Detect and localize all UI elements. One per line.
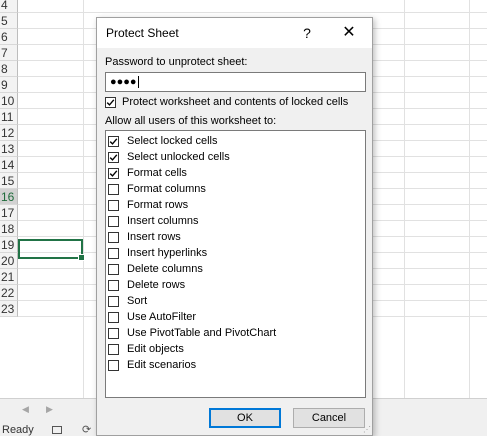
dialog-title: Protect Sheet: [106, 26, 179, 40]
checkbox-unchecked-icon[interactable]: [108, 263, 119, 275]
text-caret: [137, 76, 139, 89]
row-header[interactable]: 18: [0, 221, 18, 237]
permission-label: Format columns: [127, 183, 206, 195]
protect-contents-checkbox[interactable]: [105, 96, 116, 108]
checkbox-unchecked-icon[interactable]: [108, 343, 119, 355]
checkbox-unchecked-icon[interactable]: [108, 311, 119, 323]
row-header[interactable]: 23: [0, 301, 18, 317]
checkbox-unchecked-icon[interactable]: [108, 215, 119, 227]
column-gridline: [469, 0, 470, 398]
permission-item[interactable]: Format cells: [108, 165, 187, 181]
row-header[interactable]: 13: [0, 141, 18, 157]
allow-users-label: Allow all users of this worksheet to:: [105, 115, 277, 127]
checkbox-unchecked-icon[interactable]: [108, 279, 119, 291]
ok-button[interactable]: OK: [209, 408, 281, 428]
permission-label: Select unlocked cells: [127, 151, 230, 163]
permission-label: Insert hyperlinks: [127, 247, 208, 259]
row-header[interactable]: 14: [0, 157, 18, 173]
row-header[interactable]: 15: [0, 173, 18, 189]
permission-label: Insert rows: [127, 231, 181, 243]
permission-label: Use PivotTable and PivotChart: [127, 327, 277, 339]
permission-item[interactable]: Delete columns: [108, 261, 203, 277]
checkbox-unchecked-icon[interactable]: [108, 327, 119, 339]
checkbox-checked-icon[interactable]: [108, 135, 119, 147]
permission-item[interactable]: Use PivotTable and PivotChart: [108, 325, 276, 341]
permission-label: Edit objects: [127, 343, 184, 355]
checkbox-unchecked-icon[interactable]: [108, 359, 119, 371]
password-value: ●●●●: [110, 76, 137, 88]
protect-contents-label: Protect worksheet and contents of locked…: [122, 96, 349, 108]
protect-sheet-dialog: Protect Sheet ? ✕ Password to unprotect …: [96, 17, 373, 436]
scroll-right-icon[interactable]: ▶: [46, 404, 53, 415]
row-header[interactable]: 9: [0, 77, 18, 93]
password-input[interactable]: ●●●●: [105, 72, 366, 92]
password-label: Password to unprotect sheet:: [105, 56, 248, 68]
permission-item[interactable]: Sort: [108, 293, 147, 309]
row-header[interactable]: 16: [0, 189, 18, 205]
row-header[interactable]: 21: [0, 269, 18, 285]
permission-item[interactable]: Delete rows: [108, 277, 185, 293]
permission-item[interactable]: Edit objects: [108, 341, 184, 357]
row-header[interactable]: 12: [0, 125, 18, 141]
resize-grip-icon[interactable]: ⋰: [363, 425, 371, 434]
row-header[interactable]: 11: [0, 109, 18, 125]
protect-contents-checkbox-row[interactable]: Protect worksheet and contents of locked…: [105, 96, 348, 110]
permission-item[interactable]: Use AutoFilter: [108, 309, 196, 325]
row-header[interactable]: 6: [0, 29, 18, 45]
checkbox-checked-icon[interactable]: [108, 167, 119, 179]
permission-label: Format rows: [127, 199, 189, 211]
permission-item[interactable]: Insert hyperlinks: [108, 245, 207, 261]
checkbox-unchecked-icon[interactable]: [108, 199, 119, 211]
permission-item[interactable]: Select unlocked cells: [108, 149, 230, 165]
checkbox-unchecked-icon[interactable]: [108, 183, 119, 195]
column-gridline: [83, 0, 84, 398]
row-header[interactable]: 17: [0, 205, 18, 221]
row-header[interactable]: 4: [0, 0, 18, 13]
column-gridline: [404, 0, 405, 398]
permissions-list[interactable]: Select locked cells Select unlocked cells…: [105, 130, 366, 398]
row-header[interactable]: 7: [0, 45, 18, 61]
row-header[interactable]: 22: [0, 285, 18, 301]
cancel-button[interactable]: Cancel: [293, 408, 365, 428]
permission-label: Delete columns: [127, 263, 203, 275]
accessibility-icon: ⟳: [82, 424, 92, 436]
checkbox-checked-icon[interactable]: [108, 151, 119, 163]
row-header[interactable]: 19: [0, 237, 18, 253]
scroll-left-icon[interactable]: ◀: [22, 404, 29, 415]
active-cell[interactable]: [18, 239, 85, 261]
close-icon[interactable]: ✕: [335, 22, 363, 44]
permission-label: Insert columns: [127, 215, 199, 227]
row-header[interactable]: 5: [0, 13, 18, 29]
permission-label: Sort: [127, 295, 148, 307]
help-icon[interactable]: ?: [297, 22, 317, 44]
permission-label: Format cells: [127, 167, 187, 179]
permission-label: Delete rows: [127, 279, 186, 291]
permission-item[interactable]: Format columns: [108, 181, 206, 197]
fill-handle[interactable]: [78, 254, 85, 261]
row-header[interactable]: 8: [0, 61, 18, 77]
permission-label: Edit scenarios: [127, 359, 197, 371]
dialog-titlebar[interactable]: Protect Sheet ? ✕: [97, 18, 372, 48]
row-header[interactable]: 10: [0, 93, 18, 109]
checkbox-unchecked-icon[interactable]: [108, 231, 119, 243]
permission-item[interactable]: Select locked cells: [108, 133, 218, 149]
permission-label: Select locked cells: [127, 135, 218, 147]
checkbox-unchecked-icon[interactable]: [108, 247, 119, 259]
permission-item[interactable]: Insert rows: [108, 229, 181, 245]
row-header[interactable]: 20: [0, 253, 18, 269]
checkbox-unchecked-icon[interactable]: [108, 295, 119, 307]
cell-mode-icon: [52, 426, 62, 434]
permission-item[interactable]: Format rows: [108, 197, 188, 213]
permission-item[interactable]: Edit scenarios: [108, 357, 196, 373]
row-gridline: [18, 12, 487, 13]
permission-label: Use AutoFilter: [127, 311, 197, 323]
permission-item[interactable]: Insert columns: [108, 213, 199, 229]
status-text: Ready: [2, 424, 34, 436]
